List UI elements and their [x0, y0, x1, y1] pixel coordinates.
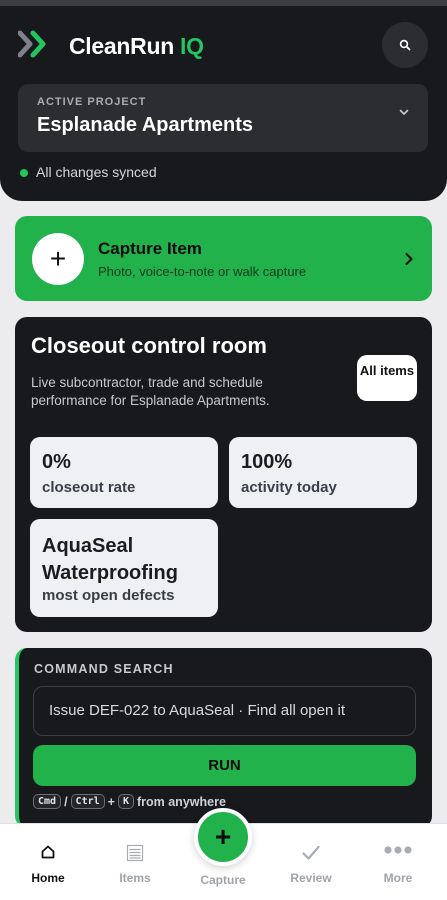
- stat-label: closeout rate: [42, 479, 136, 496]
- nav-item-home[interactable]: Home: [8, 824, 88, 900]
- command-search-input[interactable]: Issue DEF-022 to AquaSeal · Find all ope…: [33, 686, 416, 736]
- cleanrun-logo-icon: [18, 30, 46, 58]
- kbd-ctrl: Ctrl: [70, 794, 105, 809]
- project-selector[interactable]: ACTIVE PROJECT Esplanade Apartments: [18, 84, 428, 152]
- all-items-button[interactable]: All items: [357, 355, 417, 401]
- stat-closeout-rate[interactable]: 0% closeout rate: [30, 437, 218, 508]
- shortcut-plus: +: [107, 794, 115, 809]
- stat-label: most open defects: [42, 587, 175, 604]
- sync-status-dot: [20, 169, 28, 177]
- stat-most-open-defects[interactable]: AquaSeal Waterproofing most open defects: [30, 519, 218, 617]
- keyboard-shortcut-hint: Cmd / Ctrl + K from anywhere: [33, 794, 226, 809]
- app-header: CleanRun IQ ACTIVE PROJECT Esplanade Apa…: [0, 6, 447, 201]
- capture-item-card[interactable]: + Capture Item Photo, voice-to-note or w…: [15, 216, 432, 301]
- chevron-right-icon: [405, 253, 413, 265]
- capture-fab-button[interactable]: +: [194, 808, 252, 866]
- stat-activity-today[interactable]: 100% activity today: [229, 437, 417, 508]
- control-room-title: Closeout control room: [31, 333, 267, 358]
- nav-label-capture: Capture: [200, 873, 246, 887]
- nav-label-review: Review: [290, 871, 332, 885]
- nav-item-review[interactable]: Review: [271, 824, 351, 900]
- app-title-main: CleanRun: [69, 33, 174, 59]
- control-room-description: Live subcontractor, trade and schedule p…: [31, 375, 270, 408]
- command-search-label: COMMAND SEARCH: [34, 662, 174, 676]
- search-button[interactable]: [382, 22, 428, 68]
- list-icon: [126, 844, 144, 862]
- dots-icon: [384, 846, 412, 854]
- nav-label-home: Home: [31, 871, 65, 885]
- check-icon: [302, 845, 320, 860]
- capture-item-subtitle: Photo, voice-to-note or walk capture: [98, 264, 307, 279]
- run-button[interactable]: RUN: [33, 745, 416, 786]
- nav-item-items[interactable]: Items: [95, 824, 175, 900]
- project-name: Esplanade Apartments: [37, 114, 253, 136]
- chevron-down-icon: [399, 109, 409, 116]
- plus-icon: +: [32, 233, 84, 285]
- stat-label: activity today: [241, 479, 337, 496]
- nav-label-more: More: [383, 871, 413, 885]
- project-label: ACTIVE PROJECT: [37, 96, 147, 108]
- shortcut-text: from anywhere: [136, 794, 226, 809]
- kbd-k: K: [117, 794, 134, 809]
- command-search-card: COMMAND SEARCH Issue DEF-022 to AquaSeal…: [15, 648, 432, 828]
- nav-label-items: Items: [119, 871, 151, 885]
- app-title-accent: IQ: [180, 33, 204, 59]
- app-title: CleanRun IQ: [69, 32, 204, 60]
- search-icon: [399, 39, 411, 51]
- kbd-cmd: Cmd: [33, 794, 62, 809]
- nav-item-more[interactable]: More: [358, 824, 438, 900]
- control-room-card: Closeout control room Live subcontractor…: [15, 317, 432, 632]
- stat-value: 0%: [42, 451, 71, 473]
- stat-value: 100%: [241, 451, 293, 473]
- home-icon: [41, 845, 55, 859]
- sync-status-text: All changes synced: [36, 164, 157, 180]
- capture-item-title: Capture Item: [98, 239, 202, 258]
- stat-value: AquaSeal Waterproofing: [42, 535, 178, 584]
- shortcut-separator: /: [64, 794, 68, 809]
